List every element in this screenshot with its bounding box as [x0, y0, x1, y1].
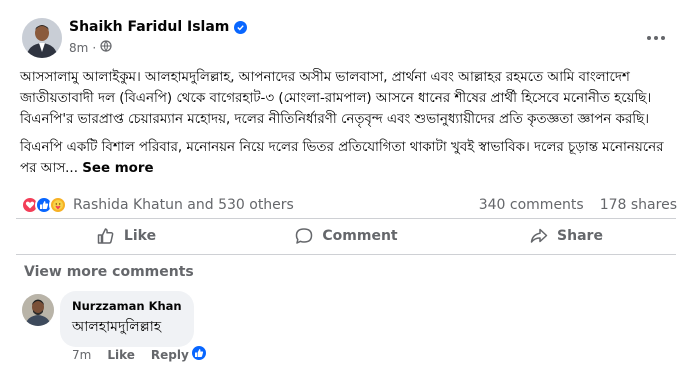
- more-options-icon[interactable]: [644, 28, 668, 48]
- divider: [16, 254, 676, 255]
- dot-separator: ·: [92, 40, 97, 55]
- comment-text: আলহামদুলিল্লাহ: [72, 319, 162, 335]
- globe-icon: [100, 40, 112, 55]
- commenter-name[interactable]: Nurzzaman Khan: [72, 299, 182, 313]
- see-more-link[interactable]: See more: [82, 161, 153, 176]
- view-more-comments-link[interactable]: View more comments: [24, 264, 194, 280]
- comment-footer: 7m Like Reply: [72, 348, 189, 362]
- care-icon: [49, 196, 67, 214]
- commenter-avatar[interactable]: [22, 294, 54, 326]
- like-button[interactable]: Like: [16, 221, 236, 251]
- comment-like-link[interactable]: Like: [107, 348, 135, 362]
- author-avatar[interactable]: [22, 18, 62, 58]
- facebook-post: Shaikh Faridul Islam 8m · আসসালামু আলাইক…: [0, 0, 692, 370]
- author-name-text[interactable]: Shaikh Faridul Islam: [69, 19, 229, 35]
- thumbs-up-icon: [97, 228, 114, 244]
- engagement-counts: 340 comments 178 shares: [479, 197, 677, 213]
- comment-reply-link[interactable]: Reply: [151, 348, 189, 362]
- comment-bubble: Nurzzaman Khan আলহামদুলিল্লাহ: [60, 291, 194, 347]
- comment-time[interactable]: 7m: [72, 348, 91, 362]
- like-label: Like: [123, 228, 157, 244]
- comment-button[interactable]: Comment: [236, 221, 456, 251]
- share-label: Share: [557, 228, 603, 244]
- post-text: আসসালামু আলাইকুম। আলহামদুলিল্লাহ, আপনাদে…: [20, 67, 680, 186]
- reactions-summary[interactable]: Rashida Khatun and 530 others: [21, 196, 294, 214]
- comment-icon: [296, 228, 313, 244]
- share-button[interactable]: Share: [456, 221, 676, 251]
- post-paragraph-2: বিএনপি একটি বিশাল পরিবার, মনোনয়ন নিয়ে …: [20, 137, 680, 179]
- shares-count[interactable]: 178 shares: [600, 197, 677, 213]
- reactions-summary-text[interactable]: Rashida Khatun and 530 others: [73, 197, 294, 213]
- post-action-bar: Like Comment Share: [16, 221, 676, 251]
- post-time[interactable]: 8m: [69, 41, 88, 55]
- divider: [16, 218, 676, 219]
- post-meta: 8m ·: [69, 40, 112, 55]
- share-icon: [530, 228, 548, 243]
- comment-label: Comment: [322, 228, 398, 244]
- author-name[interactable]: Shaikh Faridul Islam: [69, 19, 248, 35]
- comments-count[interactable]: 340 comments: [479, 197, 584, 213]
- verified-badge-icon: [234, 20, 248, 34]
- comment-like-reaction-icon[interactable]: [190, 344, 208, 362]
- post-paragraph-1: আসসালামু আলাইকুম। আলহামদুলিল্লাহ, আপনাদে…: [20, 70, 652, 127]
